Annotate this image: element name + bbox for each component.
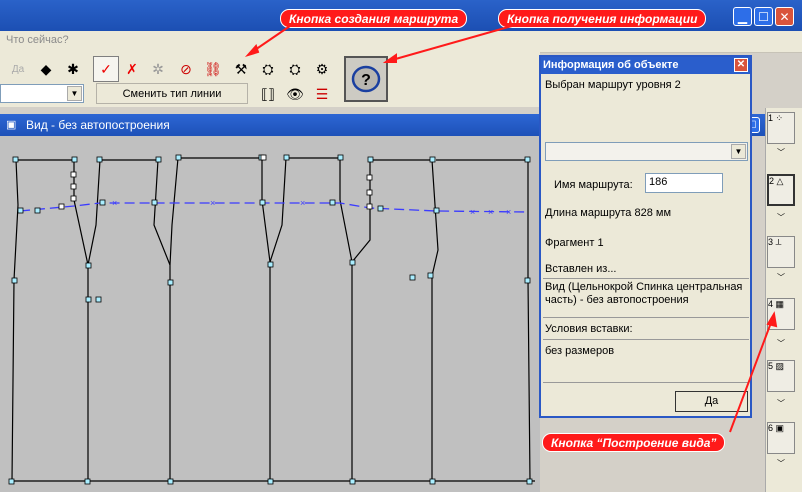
callout-arrows <box>244 25 778 433</box>
